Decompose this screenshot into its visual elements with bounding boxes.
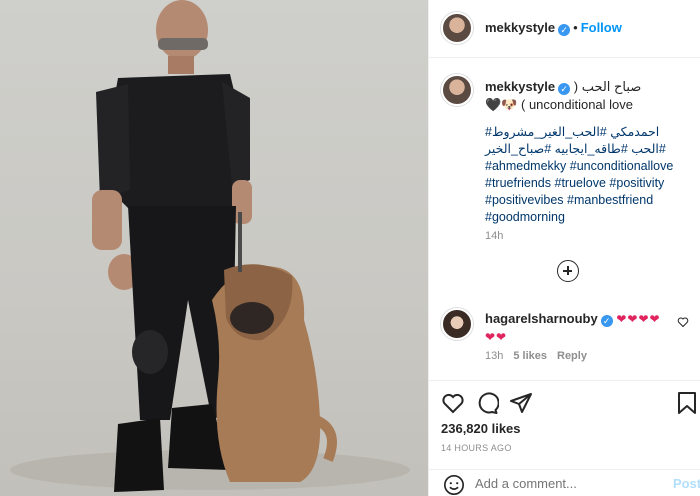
caption-username[interactable]: mekkystyle bbox=[485, 79, 555, 94]
comment-bubble-icon[interactable] bbox=[475, 391, 499, 415]
hashtag-link[interactable]: #ahmedmekky bbox=[485, 159, 566, 173]
comments-area[interactable]: mekkystyle ✓ صباح الحب ( unconditional lo… bbox=[429, 58, 700, 380]
separator-dot: • bbox=[573, 20, 578, 35]
hashtag-link[interactable]: #truelove bbox=[555, 176, 606, 190]
hashtag-link[interactable]: #positivevibes bbox=[485, 193, 564, 207]
owner-avatar[interactable] bbox=[441, 12, 473, 44]
reply-button[interactable]: Reply bbox=[557, 350, 587, 362]
hashtag-link[interactable]: #الحب bbox=[631, 142, 666, 156]
comment: hagarelsharnouby ✓ ❤❤❤❤❤❤ bbox=[485, 310, 670, 346]
action-bar: 236,820 likes 14 HOURS AGO Post bbox=[429, 380, 700, 496]
heart-icon[interactable] bbox=[677, 316, 689, 328]
comment-likes[interactable]: 5 likes bbox=[513, 350, 547, 362]
hashtag-link[interactable]: #الحب_الغير_مشروط bbox=[492, 125, 607, 139]
heart-icon[interactable] bbox=[441, 391, 465, 415]
hashtag-link[interactable]: #unconditionallove bbox=[570, 159, 674, 173]
owner-username[interactable]: mekkystyle bbox=[485, 20, 555, 35]
man-and-dog-photo bbox=[10, 0, 410, 492]
caption: mekkystyle ✓ صباح الحب ( unconditional lo… bbox=[485, 78, 685, 114]
owner-line: mekkystyle ✓ • Follow bbox=[485, 20, 622, 36]
comment-composer: Post bbox=[429, 469, 700, 496]
bookmark-icon[interactable] bbox=[675, 391, 699, 415]
verified-badge-icon: ✓ bbox=[558, 24, 571, 36]
hashtag-link[interactable]: #صباح_الخير bbox=[485, 142, 551, 156]
commenter-username[interactable]: hagarelsharnouby bbox=[485, 311, 598, 326]
caption-avatar[interactable] bbox=[441, 74, 473, 106]
comment-meta: 13h 5 likes Reply bbox=[485, 350, 587, 362]
hashtag-link[interactable]: #goodmorning bbox=[485, 210, 565, 224]
hashtag-link[interactable]: #positivity bbox=[609, 176, 664, 190]
post-timestamp[interactable]: 14 HOURS AGO bbox=[441, 443, 512, 453]
commenter-avatar[interactable] bbox=[441, 308, 473, 340]
verified-badge-icon: ✓ bbox=[558, 83, 571, 95]
hashtag-link[interactable]: #truefriends bbox=[485, 176, 551, 190]
comment-input[interactable] bbox=[475, 476, 655, 491]
caption-time[interactable]: 14h bbox=[485, 230, 503, 242]
plus-circle-icon[interactable] bbox=[557, 260, 579, 282]
like-count[interactable]: 236,820 likes bbox=[441, 421, 521, 436]
verified-badge-icon: ✓ bbox=[600, 315, 613, 327]
paper-plane-icon[interactable] bbox=[509, 391, 533, 415]
emoji-smile-icon[interactable] bbox=[443, 474, 465, 496]
hashtag-list: #احمدمكي #الحب_الغير_مشروط #الحب #طاقه_ا… bbox=[485, 124, 685, 226]
post-comment-button[interactable]: Post bbox=[673, 476, 700, 491]
post-header: mekkystyle ✓ • Follow bbox=[429, 0, 700, 58]
comment-time[interactable]: 13h bbox=[485, 350, 503, 362]
post-photo[interactable] bbox=[0, 0, 428, 496]
hashtag-link[interactable]: #manbestfriend bbox=[567, 193, 653, 207]
follow-button[interactable]: Follow bbox=[581, 20, 622, 35]
post-detail-panel: mekkystyle ✓ • Follow mekkystyle ✓ صباح الحب… bbox=[428, 0, 700, 496]
hashtag-link[interactable]: #طاقه_ايجابيه bbox=[555, 142, 628, 156]
